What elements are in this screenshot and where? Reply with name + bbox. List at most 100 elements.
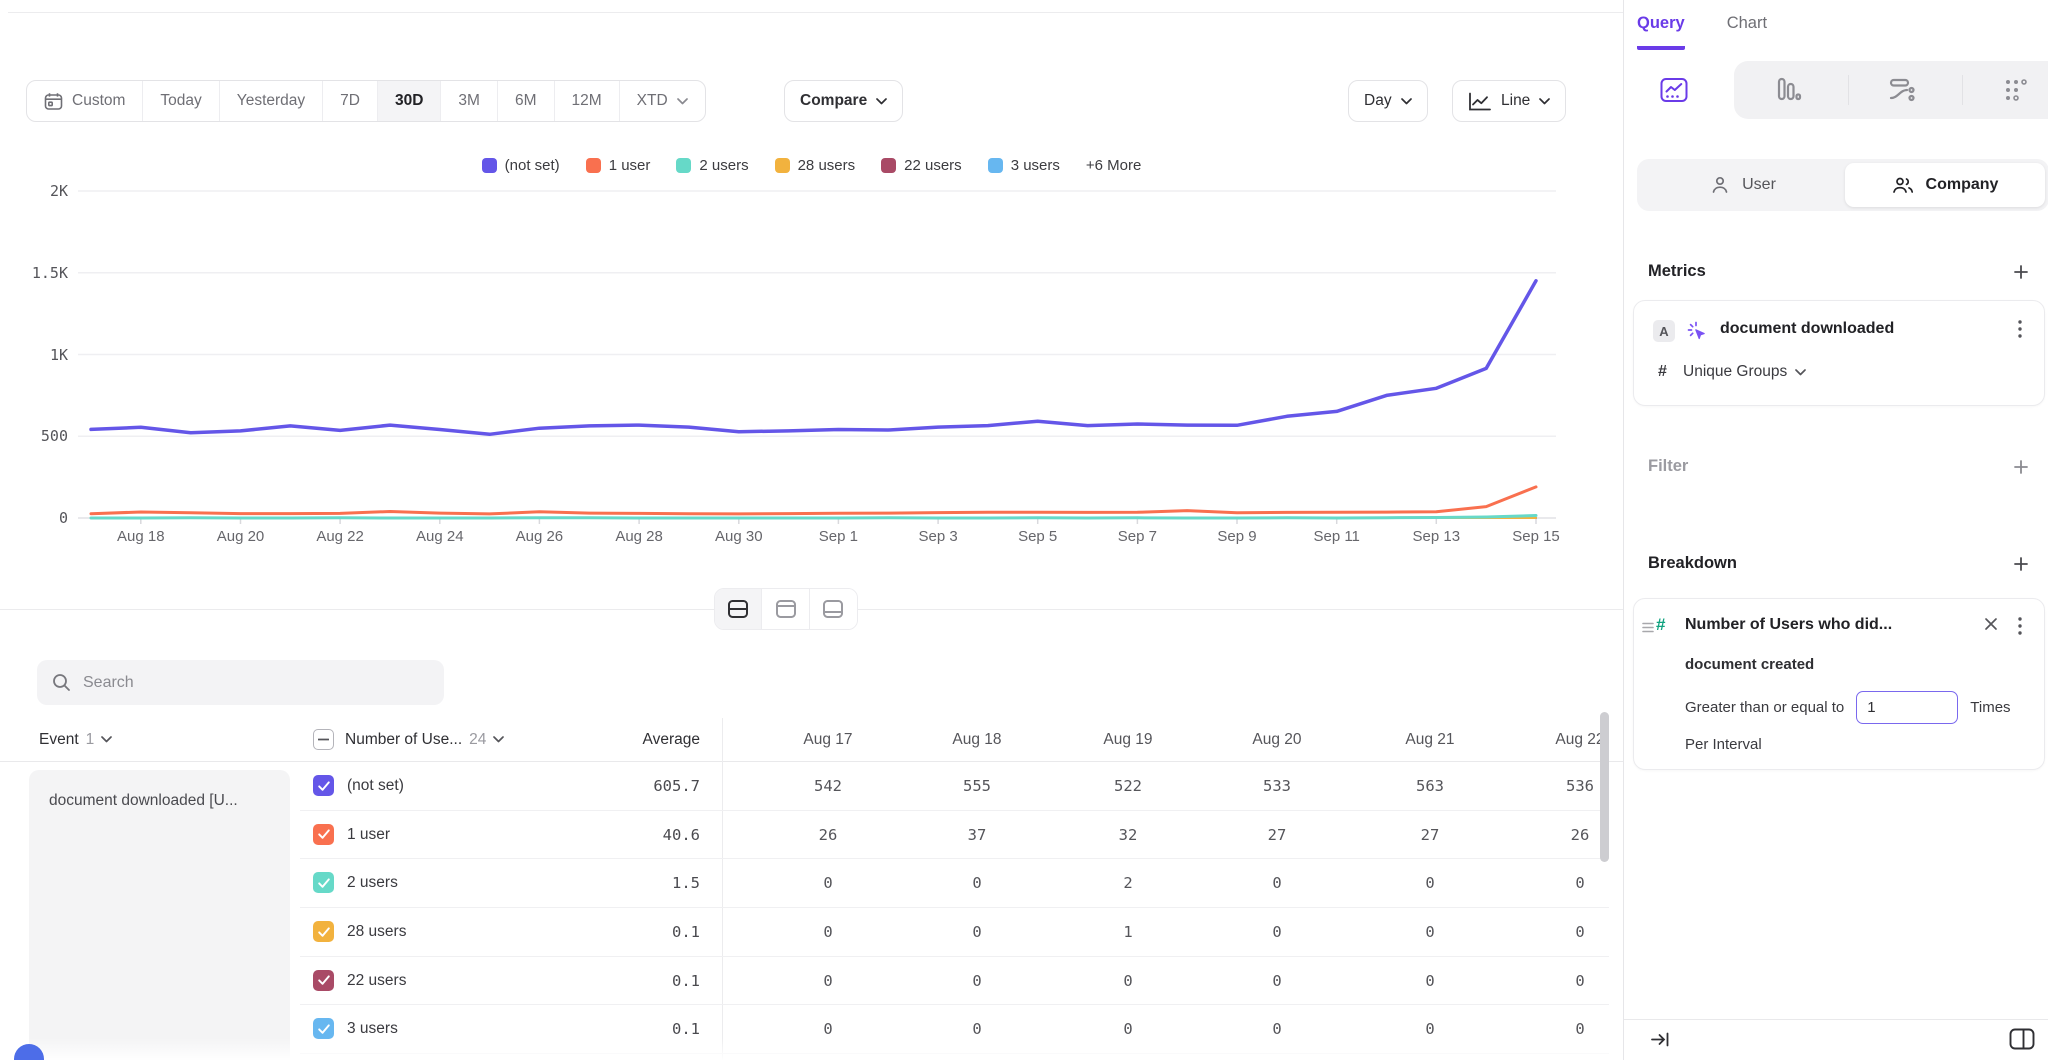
cell-value: 0: [1370, 957, 1490, 1006]
x-axis-label: Aug 24: [395, 528, 485, 545]
breakdown-condition-row: Greater than or equal to Times: [1685, 691, 2011, 724]
breakdown-card: # Number of Users who did... document cr…: [1633, 598, 2045, 770]
table-rows: (not set)605.75425555225335635361 user40…: [0, 762, 1623, 1054]
metric-menu-button[interactable]: [2010, 318, 2030, 340]
breakdown-title: Number of Users who did...: [1685, 616, 1892, 634]
breakdown-menu-button[interactable]: [2010, 615, 2030, 637]
cell-value: 555: [917, 762, 1037, 811]
table-scrollbar[interactable]: [1600, 712, 1609, 862]
aggregation-dropdown[interactable]: Unique Groups: [1683, 363, 1806, 381]
retention-chart-tab[interactable]: [2001, 75, 2031, 105]
chart-type-dropdown[interactable]: Line: [1452, 80, 1566, 122]
legend-item[interactable]: 3 users: [988, 157, 1060, 174]
remove-breakdown-button[interactable]: [1984, 617, 1998, 636]
row-average: 0.1: [540, 908, 700, 957]
toggle-user[interactable]: User: [1637, 159, 1849, 211]
date-range-7d[interactable]: 7D: [323, 81, 378, 121]
row-checkbox[interactable]: [313, 775, 334, 796]
cell-value: 27: [1370, 811, 1490, 860]
tab-chart[interactable]: Chart: [1727, 14, 1767, 50]
metric-card[interactable]: A document downloaded # Unique Groups: [1633, 300, 2045, 406]
add-breakdown-button[interactable]: [2008, 551, 2034, 577]
cell-value: 26: [768, 811, 888, 860]
add-metric-button[interactable]: [2008, 259, 2034, 285]
chevron-down-icon: [1795, 369, 1806, 376]
cell-value: 0: [1520, 957, 1600, 1006]
date-column-header[interactable]: Aug 20: [1217, 718, 1337, 761]
date-range-6m[interactable]: 6M: [498, 81, 555, 121]
y-axis-label: 500: [12, 427, 68, 445]
times-value-input[interactable]: [1856, 691, 1958, 724]
plus-icon: [2013, 556, 2029, 572]
legend-item[interactable]: 2 users: [676, 157, 748, 174]
add-filter-button[interactable]: [2008, 454, 2034, 480]
funnel-chart-tab[interactable]: [1773, 75, 1803, 105]
panel-tabs: Query Chart: [1637, 14, 1767, 50]
x-axis-label: Sep 13: [1391, 528, 1481, 545]
toggle-company[interactable]: Company: [1845, 163, 2045, 207]
select-all-checkbox[interactable]: [313, 729, 334, 750]
date-column-header[interactable]: Aug 18: [917, 718, 1037, 761]
cell-value: 0: [917, 1005, 1037, 1054]
date-column-header[interactable]: Aug 17: [768, 718, 888, 761]
entity-toggle: User Company: [1637, 159, 2048, 211]
legend-item[interactable]: 22 users: [881, 157, 962, 174]
dots-grid-icon: [2002, 76, 2030, 104]
date-column-header[interactable]: Aug 22: [1520, 718, 1600, 761]
table-row: (not set)605.7542555522533563536: [0, 762, 1623, 811]
row-label: 22 users: [347, 957, 406, 1006]
series-column-header[interactable]: Number of Use... 24: [345, 718, 504, 761]
granularity-dropdown[interactable]: Day: [1348, 80, 1428, 122]
per-interval-label[interactable]: Per Interval: [1685, 736, 1762, 753]
search-input[interactable]: [83, 674, 429, 692]
legend-item[interactable]: 28 users: [775, 157, 856, 174]
condition-label[interactable]: Greater than or equal to: [1685, 699, 1844, 716]
x-axis-label: Aug 30: [694, 528, 784, 545]
legend-item[interactable]: 1 user: [586, 157, 651, 174]
compare-button[interactable]: Compare: [784, 80, 903, 122]
chevron-down-icon: [677, 98, 688, 105]
date-range-12m[interactable]: 12M: [555, 81, 620, 121]
row-checkbox[interactable]: [313, 921, 334, 942]
row-checkbox[interactable]: [313, 872, 334, 893]
legend-label: 22 users: [904, 157, 962, 174]
date-range-30d[interactable]: 30D: [378, 81, 441, 121]
segmentation-chart-tab[interactable]: [1659, 75, 1689, 105]
layout-bottom-button[interactable]: [810, 589, 857, 629]
row-checkbox[interactable]: [313, 970, 334, 991]
chevron-down-icon: [101, 736, 112, 743]
date-range-today[interactable]: Today: [143, 81, 219, 121]
toggle-sidebar-button[interactable]: [2009, 1028, 2035, 1055]
tab-query[interactable]: Query: [1637, 14, 1685, 50]
average-column-header[interactable]: Average: [540, 718, 700, 761]
row-checkbox[interactable]: [313, 824, 334, 845]
event-column-header[interactable]: Event 1: [39, 718, 112, 761]
check-icon: [317, 926, 331, 938]
layout-top-button[interactable]: [762, 589, 809, 629]
drag-handle-icon[interactable]: [1642, 620, 1654, 638]
date-range-custom[interactable]: Custom: [27, 81, 143, 121]
cell-value: 0: [1068, 957, 1188, 1006]
legend-item[interactable]: (not set): [482, 157, 560, 174]
collapse-panel-button[interactable]: [1650, 1031, 1670, 1053]
search-icon: [52, 673, 71, 692]
row-checkbox[interactable]: [313, 1018, 334, 1039]
date-column-header[interactable]: Aug 21: [1370, 718, 1490, 761]
legend-more[interactable]: +6 More: [1086, 157, 1141, 174]
panel-bottom-bar: [1624, 1019, 2048, 1060]
kebab-icon: [2018, 617, 2022, 635]
x-axis-label: Sep 3: [893, 528, 983, 545]
layout-split-button[interactable]: [715, 589, 762, 629]
date-range-label: 12M: [572, 92, 602, 110]
date-column-header[interactable]: Aug 19: [1068, 718, 1188, 761]
user-icon: [1710, 175, 1730, 195]
date-range-xtd[interactable]: XTD: [620, 81, 705, 121]
flow-chart-tab[interactable]: [1887, 75, 1917, 105]
cell-value: 0: [1068, 1005, 1188, 1054]
breakdown-event-name[interactable]: document created: [1685, 656, 1814, 673]
times-unit-label: Times: [1970, 699, 2010, 716]
date-range-yesterday[interactable]: Yesterday: [220, 81, 323, 121]
cell-value: 0: [917, 859, 1037, 908]
date-range-3m[interactable]: 3M: [441, 81, 498, 121]
company-label: Company: [1926, 176, 1999, 194]
